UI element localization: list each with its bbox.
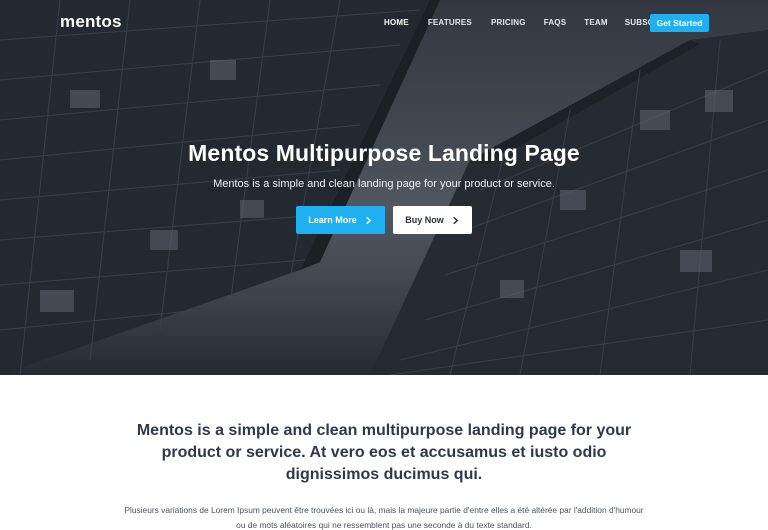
navbar: mentos Home Features Pricing FAQs Team S… bbox=[0, 0, 768, 46]
hero-title: Mentos Multipurpose Landing Page bbox=[188, 140, 580, 166]
intro-section: Mentos is a simple and clean multipurpos… bbox=[0, 420, 768, 530]
hero-subtitle: Mentos is a simple and clean landing pag… bbox=[213, 178, 555, 190]
intro-heading: Mentos is a simple and clean multipurpos… bbox=[136, 422, 632, 483]
nav-link-pricing[interactable]: Pricing bbox=[491, 18, 526, 27]
nav-link-faqs[interactable]: FAQs bbox=[544, 18, 567, 27]
buy-now-button[interactable]: Buy Now bbox=[393, 206, 472, 234]
intro-text: Plusieurs variations de Lorem Ipsum peuv… bbox=[124, 505, 644, 530]
nav-link-team[interactable]: Team bbox=[584, 18, 607, 27]
nav-link-home[interactable]: Home bbox=[384, 18, 409, 27]
buy-now-label: Buy Now bbox=[405, 215, 444, 225]
chevron-right-icon bbox=[365, 216, 372, 224]
get-started-button[interactable]: Get Started bbox=[650, 14, 709, 32]
nav-link-features[interactable]: Features bbox=[428, 18, 472, 27]
nav-links: Home Features Pricing FAQs Team Subscrib… bbox=[384, 18, 674, 27]
learn-more-label: Learn More bbox=[308, 215, 357, 225]
hero-section: mentos Home Features Pricing FAQs Team S… bbox=[0, 0, 768, 375]
chevron-right-icon bbox=[452, 216, 459, 224]
brand-logo[interactable]: mentos bbox=[60, 12, 122, 32]
learn-more-button[interactable]: Learn More bbox=[296, 206, 385, 234]
